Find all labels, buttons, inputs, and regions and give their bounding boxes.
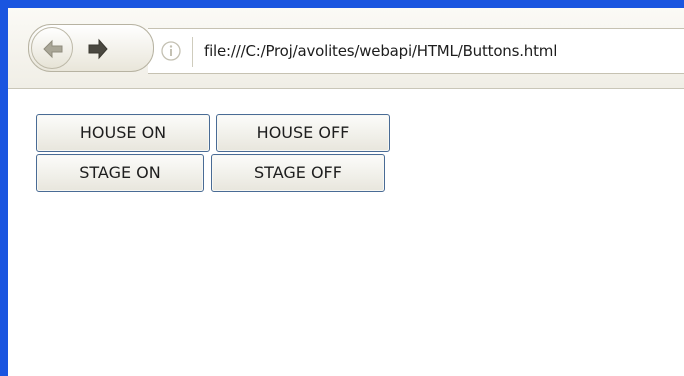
- browser-window: file:///C:/Proj/avolites/webapi/HTML/But…: [0, 0, 684, 376]
- nav-button-group: [28, 24, 154, 72]
- house-on-button[interactable]: HOUSE ON: [36, 114, 210, 152]
- stage-off-button[interactable]: STAGE OFF: [211, 154, 385, 192]
- address-separator: [192, 37, 193, 67]
- navigation-toolbar: file:///C:/Proj/avolites/webapi/HTML/But…: [8, 8, 684, 89]
- address-url[interactable]: file:///C:/Proj/avolites/webapi/HTML/But…: [204, 38, 557, 64]
- site-info-button[interactable]: [160, 40, 182, 62]
- stage-on-button[interactable]: STAGE ON: [36, 154, 204, 192]
- page-content: HOUSE ON HOUSE OFF STAGE ON STAGE OFF: [8, 89, 684, 376]
- back-button[interactable]: [31, 27, 73, 69]
- forward-button[interactable]: [77, 27, 117, 69]
- house-off-button[interactable]: HOUSE OFF: [216, 114, 390, 152]
